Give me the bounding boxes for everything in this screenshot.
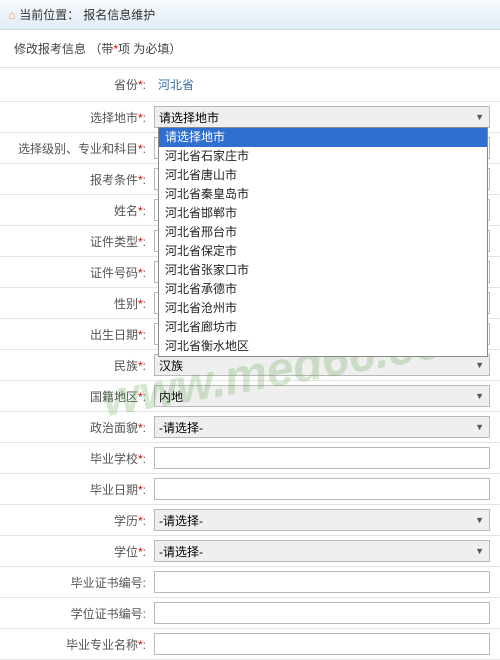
label-school: 毕业学校 xyxy=(90,452,138,466)
grad-cert-no-input[interactable] xyxy=(154,571,490,593)
label-gender: 性别 xyxy=(114,297,138,311)
nationality-region-select[interactable] xyxy=(154,385,490,407)
city-dropdown-option[interactable]: 河北省承德市 xyxy=(159,280,487,299)
school-input[interactable] xyxy=(154,447,490,469)
grad-date-input[interactable] xyxy=(154,478,490,500)
city-dropdown[interactable]: 请选择地市河北省石家庄市河北省唐山市河北省秦皇岛市河北省邯郸市河北省邢台市河北省… xyxy=(158,127,488,357)
city-dropdown-option[interactable]: 河北省邢台市 xyxy=(159,223,487,242)
city-dropdown-option[interactable]: 河北省保定市 xyxy=(159,242,487,261)
label-degree-cert-no: 学位证书编号: xyxy=(71,607,146,621)
home-icon: ⌂ xyxy=(8,8,15,22)
label-id-type: 证件类型 xyxy=(90,235,138,249)
label-grad-cert-no: 毕业证书编号: xyxy=(71,576,146,590)
label-grad-major: 毕业专业名称 xyxy=(66,638,138,652)
city-dropdown-option[interactable]: 河北省张家口市 xyxy=(159,261,487,280)
city-dropdown-option[interactable]: 请选择地市 xyxy=(159,128,487,147)
city-dropdown-option[interactable]: 河北省石家庄市 xyxy=(159,147,487,166)
label-degree: 学位 xyxy=(114,545,138,559)
label-grad-date: 毕业日期 xyxy=(90,483,138,497)
city-dropdown-option[interactable]: 河北省唐山市 xyxy=(159,166,487,185)
city-dropdown-option[interactable]: 河北省沧州市 xyxy=(159,299,487,318)
label-id-number: 证件号码 xyxy=(90,266,138,280)
education-select[interactable] xyxy=(154,509,490,531)
city-dropdown-option[interactable]: 河北省衡水地区 xyxy=(159,337,487,356)
label-education: 学历 xyxy=(114,514,138,528)
label-condition: 报考条件 xyxy=(90,173,138,187)
breadcrumb-label: 当前位置： xyxy=(19,6,79,23)
label-level-subject: 选择级别、专业和科目 xyxy=(18,142,138,156)
degree-select[interactable] xyxy=(154,540,490,562)
political-select[interactable] xyxy=(154,416,490,438)
label-political: 政治面貌 xyxy=(90,421,138,435)
label-province: 省份 xyxy=(114,78,138,92)
section-title: 修改报考信息 （带*项 为必填） xyxy=(0,30,500,68)
city-dropdown-option[interactable]: 河北省邯郸市 xyxy=(159,204,487,223)
degree-cert-no-input[interactable] xyxy=(154,602,490,624)
ethnicity-select[interactable] xyxy=(154,354,490,376)
breadcrumb-page: 报名信息维护 xyxy=(83,6,155,23)
label-nationality-region: 国籍地区 xyxy=(90,390,138,404)
label-city: 选择地市 xyxy=(90,111,138,125)
city-dropdown-option[interactable]: 河北省廊坊市 xyxy=(159,318,487,337)
city-dropdown-option[interactable]: 河北省秦皇岛市 xyxy=(159,185,487,204)
label-ethnicity: 民族 xyxy=(114,359,138,373)
label-birth: 出生日期 xyxy=(90,328,138,342)
province-value: 河北省 xyxy=(154,72,490,97)
city-select[interactable] xyxy=(154,106,490,128)
label-name: 姓名 xyxy=(114,204,138,218)
grad-major-input[interactable] xyxy=(154,633,490,655)
breadcrumb: ⌂ 当前位置： 报名信息维护 xyxy=(0,0,500,30)
